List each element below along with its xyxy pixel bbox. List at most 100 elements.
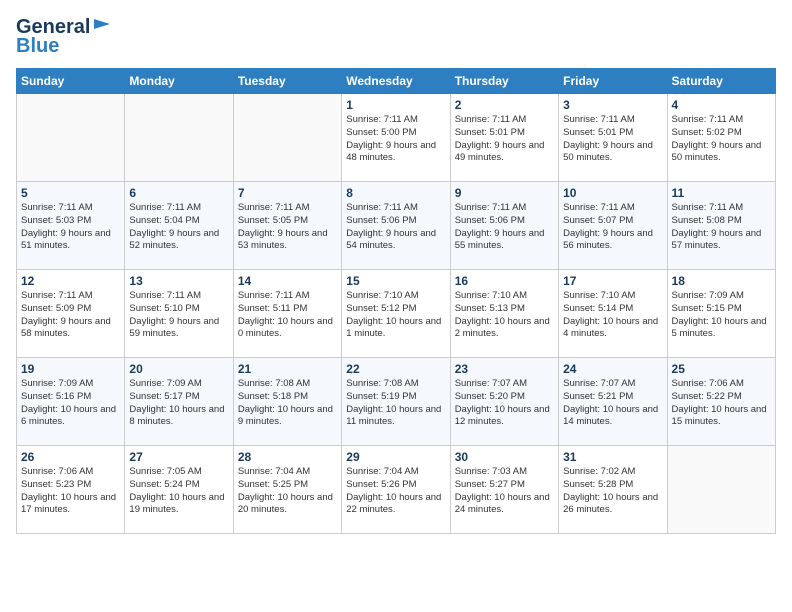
calendar-cell: 23 Sunrise: 7:07 AM Sunset: 5:20 PM Dayli…: [450, 358, 558, 446]
day-number: 26: [21, 450, 120, 464]
day-number: 6: [129, 186, 228, 200]
day-number: 9: [455, 186, 554, 200]
day-number: 15: [346, 274, 445, 288]
day-info: Sunrise: 7:10 AM Sunset: 5:12 PM Dayligh…: [346, 290, 445, 341]
weekday-header-friday: Friday: [559, 69, 667, 94]
calendar-cell: 13 Sunrise: 7:11 AM Sunset: 5:10 PM Dayli…: [125, 270, 233, 358]
page-container: General Blue SundayMondayTuesdayWednesda…: [0, 0, 792, 542]
week-row-3: 12 Sunrise: 7:11 AM Sunset: 5:09 PM Dayli…: [17, 270, 776, 358]
day-number: 12: [21, 274, 120, 288]
day-info: Sunrise: 7:11 AM Sunset: 5:11 PM Dayligh…: [238, 290, 337, 341]
day-number: 30: [455, 450, 554, 464]
calendar-cell: 21 Sunrise: 7:08 AM Sunset: 5:18 PM Dayli…: [233, 358, 341, 446]
calendar-cell: 25 Sunrise: 7:06 AM Sunset: 5:22 PM Dayli…: [667, 358, 775, 446]
calendar-cell: 12 Sunrise: 7:11 AM Sunset: 5:09 PM Dayli…: [17, 270, 125, 358]
day-number: 7: [238, 186, 337, 200]
day-info: Sunrise: 7:04 AM Sunset: 5:25 PM Dayligh…: [238, 466, 337, 517]
day-number: 11: [672, 186, 771, 200]
calendar-cell: 27 Sunrise: 7:05 AM Sunset: 5:24 PM Dayli…: [125, 446, 233, 534]
day-info: Sunrise: 7:10 AM Sunset: 5:14 PM Dayligh…: [563, 290, 662, 341]
day-number: 17: [563, 274, 662, 288]
calendar-cell: [667, 446, 775, 534]
weekday-header-tuesday: Tuesday: [233, 69, 341, 94]
day-info: Sunrise: 7:06 AM Sunset: 5:23 PM Dayligh…: [21, 466, 120, 517]
calendar-cell: 7Sunrise: 7:11 AM Sunset: 5:05 PM Daylig…: [233, 182, 341, 270]
day-number: 24: [563, 362, 662, 376]
day-info: Sunrise: 7:11 AM Sunset: 5:03 PM Dayligh…: [21, 202, 120, 253]
logo: General Blue: [16, 16, 110, 58]
weekday-header-thursday: Thursday: [450, 69, 558, 94]
day-info: Sunrise: 7:11 AM Sunset: 5:09 PM Dayligh…: [21, 290, 120, 341]
logo-flag-icon: [92, 19, 110, 33]
day-number: 28: [238, 450, 337, 464]
calendar-cell: 29 Sunrise: 7:04 AM Sunset: 5:26 PM Dayli…: [342, 446, 450, 534]
day-info: Sunrise: 7:06 AM Sunset: 5:22 PM Dayligh…: [672, 378, 771, 429]
week-row-1: 1 Sunrise: 7:11 AM Sunset: 5:00 PM Daylig…: [17, 94, 776, 182]
calendar-cell: 4 Sunrise: 7:11 AM Sunset: 5:02 PM Daylig…: [667, 94, 775, 182]
day-info: Sunrise: 7:04 AM Sunset: 5:26 PM Dayligh…: [346, 466, 445, 517]
day-info: Sunrise: 7:08 AM Sunset: 5:19 PM Dayligh…: [346, 378, 445, 429]
day-number: 31: [563, 450, 662, 464]
day-info: Sunrise: 7:11 AM Sunset: 5:06 PM Dayligh…: [346, 202, 445, 253]
calendar-cell: 16 Sunrise: 7:10 AM Sunset: 5:13 PM Dayli…: [450, 270, 558, 358]
day-info: Sunrise: 7:11 AM Sunset: 5:10 PM Dayligh…: [129, 290, 228, 341]
week-row-4: 19Sunrise: 7:09 AM Sunset: 5:16 PM Dayli…: [17, 358, 776, 446]
calendar-cell: 18 Sunrise: 7:09 AM Sunset: 5:15 PM Dayli…: [667, 270, 775, 358]
calendar-cell: [17, 94, 125, 182]
calendar-cell: 10Sunrise: 7:11 AM Sunset: 5:07 PM Dayli…: [559, 182, 667, 270]
calendar-cell: 20Sunrise: 7:09 AM Sunset: 5:17 PM Dayli…: [125, 358, 233, 446]
day-info: Sunrise: 7:09 AM Sunset: 5:16 PM Dayligh…: [21, 378, 120, 429]
day-number: 18: [672, 274, 771, 288]
day-info: Sunrise: 7:05 AM Sunset: 5:24 PM Dayligh…: [129, 466, 228, 517]
calendar-cell: 3 Sunrise: 7:11 AM Sunset: 5:01 PM Daylig…: [559, 94, 667, 182]
calendar-cell: [125, 94, 233, 182]
calendar-cell: 6 Sunrise: 7:11 AM Sunset: 5:04 PM Daylig…: [125, 182, 233, 270]
calendar-cell: 1 Sunrise: 7:11 AM Sunset: 5:00 PM Daylig…: [342, 94, 450, 182]
day-info: Sunrise: 7:07 AM Sunset: 5:20 PM Dayligh…: [455, 378, 554, 429]
day-number: 27: [129, 450, 228, 464]
day-number: 5: [21, 186, 120, 200]
day-info: Sunrise: 7:08 AM Sunset: 5:18 PM Dayligh…: [238, 378, 337, 429]
day-number: 25: [672, 362, 771, 376]
calendar-cell: 8 Sunrise: 7:11 AM Sunset: 5:06 PM Daylig…: [342, 182, 450, 270]
day-number: 2: [455, 98, 554, 112]
calendar-cell: 19Sunrise: 7:09 AM Sunset: 5:16 PM Dayli…: [17, 358, 125, 446]
day-number: 8: [346, 186, 445, 200]
weekday-header-saturday: Saturday: [667, 69, 775, 94]
calendar-cell: 24 Sunrise: 7:07 AM Sunset: 5:21 PM Dayli…: [559, 358, 667, 446]
calendar-cell: 31Sunrise: 7:02 AM Sunset: 5:28 PM Dayli…: [559, 446, 667, 534]
day-number: 13: [129, 274, 228, 288]
logo-blue: Blue: [16, 35, 59, 58]
calendar-cell: 5 Sunrise: 7:11 AM Sunset: 5:03 PM Daylig…: [17, 182, 125, 270]
week-row-2: 5 Sunrise: 7:11 AM Sunset: 5:03 PM Daylig…: [17, 182, 776, 270]
day-number: 23: [455, 362, 554, 376]
day-info: Sunrise: 7:10 AM Sunset: 5:13 PM Dayligh…: [455, 290, 554, 341]
calendar-cell: 9Sunrise: 7:11 AM Sunset: 5:06 PM Daylig…: [450, 182, 558, 270]
calendar-cell: 26 Sunrise: 7:06 AM Sunset: 5:23 PM Dayli…: [17, 446, 125, 534]
week-row-5: 26 Sunrise: 7:06 AM Sunset: 5:23 PM Dayli…: [17, 446, 776, 534]
day-info: Sunrise: 7:07 AM Sunset: 5:21 PM Dayligh…: [563, 378, 662, 429]
calendar-cell: 14Sunrise: 7:11 AM Sunset: 5:11 PM Dayli…: [233, 270, 341, 358]
calendar-cell: 11Sunrise: 7:11 AM Sunset: 5:08 PM Dayli…: [667, 182, 775, 270]
weekday-header-sunday: Sunday: [17, 69, 125, 94]
calendar-cell: [233, 94, 341, 182]
day-info: Sunrise: 7:09 AM Sunset: 5:15 PM Dayligh…: [672, 290, 771, 341]
day-info: Sunrise: 7:11 AM Sunset: 5:01 PM Dayligh…: [563, 114, 662, 165]
day-number: 29: [346, 450, 445, 464]
day-number: 21: [238, 362, 337, 376]
calendar-cell: 2Sunrise: 7:11 AM Sunset: 5:01 PM Daylig…: [450, 94, 558, 182]
header: General Blue: [16, 16, 776, 58]
day-info: Sunrise: 7:11 AM Sunset: 5:02 PM Dayligh…: [672, 114, 771, 165]
day-number: 16: [455, 274, 554, 288]
calendar-cell: 17 Sunrise: 7:10 AM Sunset: 5:14 PM Dayli…: [559, 270, 667, 358]
calendar-cell: 22Sunrise: 7:08 AM Sunset: 5:19 PM Dayli…: [342, 358, 450, 446]
day-number: 1: [346, 98, 445, 112]
weekday-header-wednesday: Wednesday: [342, 69, 450, 94]
calendar-cell: 15 Sunrise: 7:10 AM Sunset: 5:12 PM Dayli…: [342, 270, 450, 358]
day-info: Sunrise: 7:11 AM Sunset: 5:04 PM Dayligh…: [129, 202, 228, 253]
day-info: Sunrise: 7:03 AM Sunset: 5:27 PM Dayligh…: [455, 466, 554, 517]
calendar-cell: 28 Sunrise: 7:04 AM Sunset: 5:25 PM Dayli…: [233, 446, 341, 534]
day-info: Sunrise: 7:11 AM Sunset: 5:00 PM Dayligh…: [346, 114, 445, 165]
day-number: 3: [563, 98, 662, 112]
day-number: 4: [672, 98, 771, 112]
